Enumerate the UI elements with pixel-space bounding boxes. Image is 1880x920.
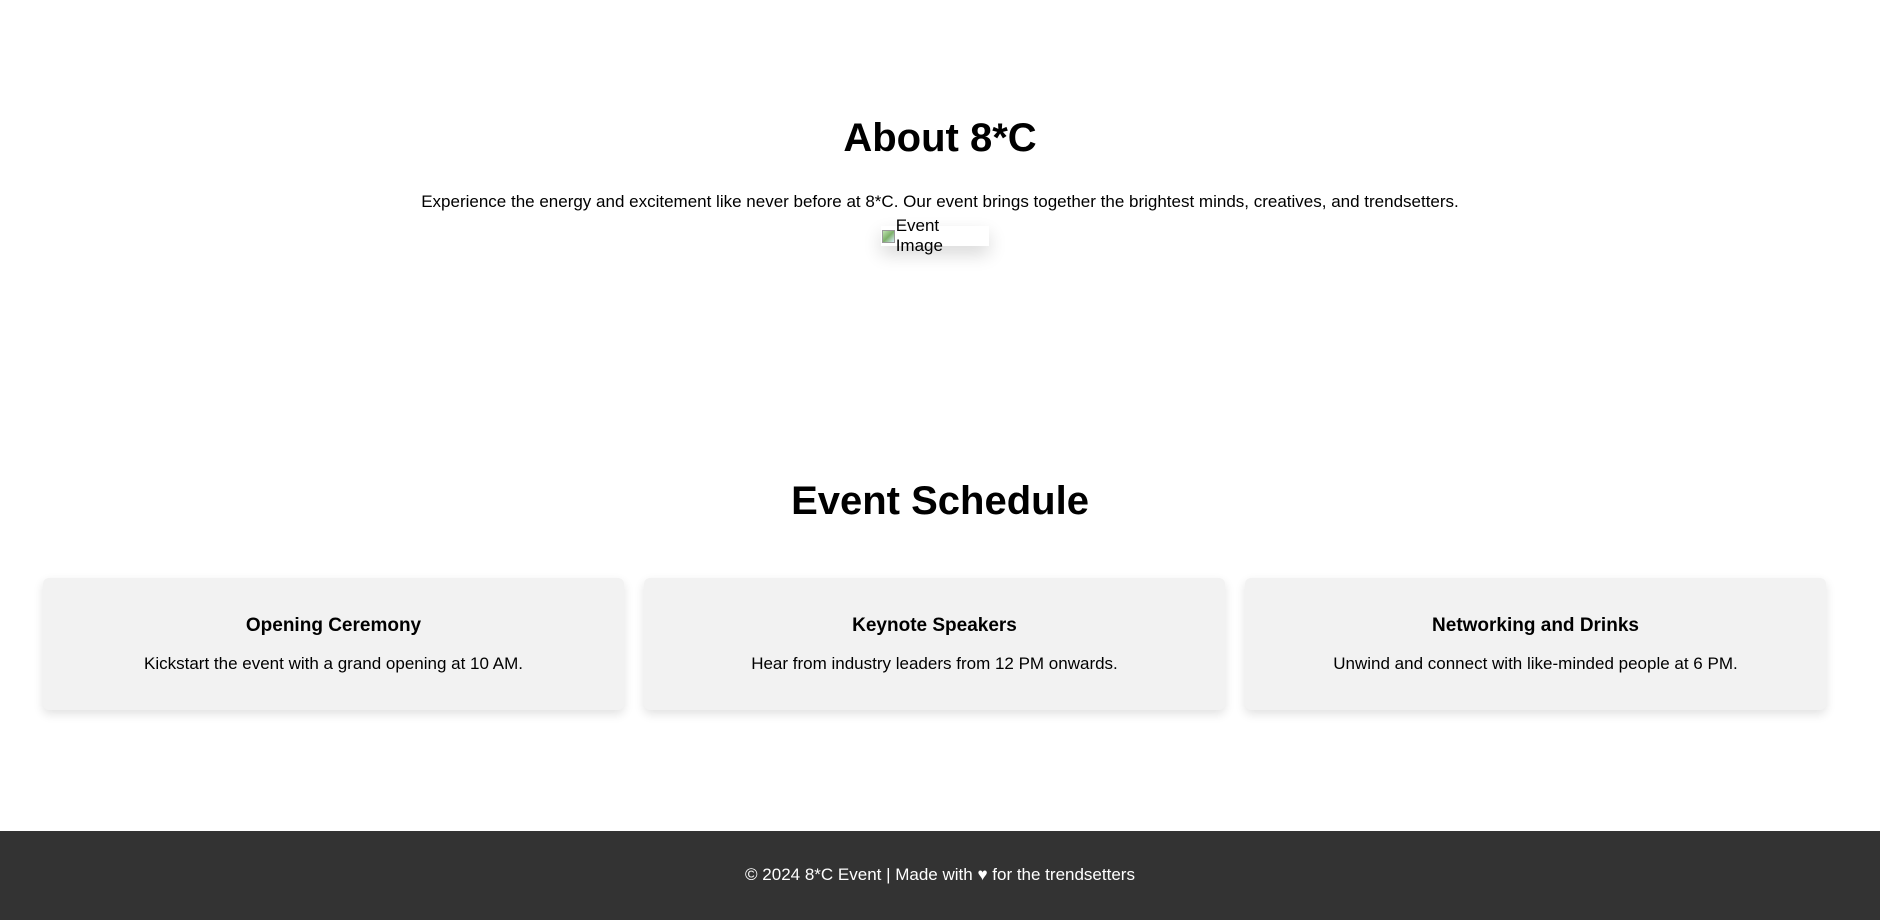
schedule-card-title: Networking and Drinks [1432, 615, 1639, 636]
schedule-card-networking-and-drinks: Networking and Drinks Unwind and connect… [1245, 578, 1826, 710]
event-image: Event Image [881, 216, 989, 255]
schedule-card-opening-ceremony: Opening Ceremony Kickstart the event wit… [43, 578, 624, 710]
footer: © 2024 8*C Event | Made with ♥ for the t… [0, 831, 1880, 920]
schedule-card-description: Hear from industry leaders from 12 PM on… [751, 654, 1118, 673]
event-image-alt-text: Event Image [895, 216, 943, 255]
schedule-card-keynote-speakers: Keynote Speakers Hear from industry lead… [644, 578, 1225, 710]
schedule-card-title: Opening Ceremony [245, 615, 422, 636]
about-title: About 8*C [843, 116, 1037, 160]
schedule-title: Event Schedule [791, 479, 1089, 523]
schedule-card-title: Keynote Speakers [852, 615, 1017, 636]
page: About 8*C Experience the energy and exci… [0, 0, 1880, 920]
about-description: Experience the energy and excitement lik… [421, 192, 1459, 211]
schedule-cards: Opening Ceremony Kickstart the event wit… [43, 578, 1828, 710]
schedule-card-description: Unwind and connect with like-minded peop… [1333, 654, 1738, 673]
broken-image-icon [881, 228, 895, 244]
footer-text: © 2024 8*C Event | Made with ♥ for the t… [745, 865, 1135, 884]
schedule-card-description: Kickstart the event with a grand opening… [144, 654, 523, 673]
